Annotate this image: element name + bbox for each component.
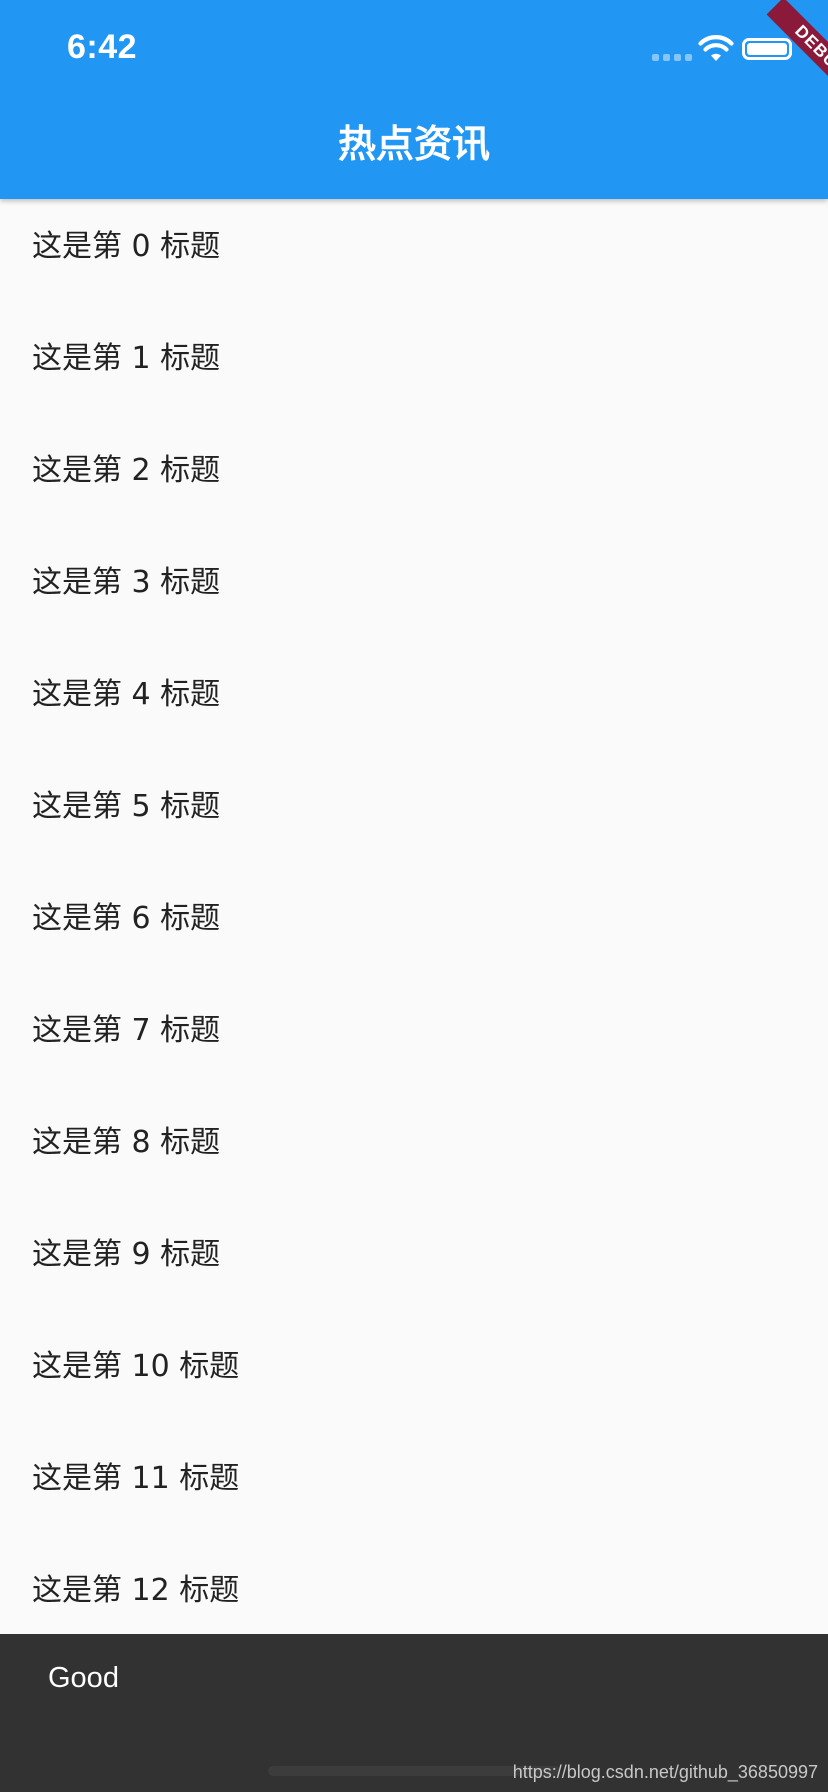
list-item[interactable]: 这是第 9 标题 bbox=[0, 1207, 828, 1319]
list-item[interactable]: 这是第 11 标题 bbox=[0, 1431, 828, 1543]
list-item[interactable]: 这是第 7 标题 bbox=[0, 983, 828, 1095]
list-item[interactable]: 这是第 10 标题 bbox=[0, 1319, 828, 1431]
list-item-title: 这是第 10 标题 bbox=[32, 1349, 240, 1384]
list-item[interactable]: 这是第 5 标题 bbox=[0, 759, 828, 871]
list-item-title: 这是第 1 标题 bbox=[32, 341, 221, 376]
list-item[interactable]: 这是第 3 标题 bbox=[0, 535, 828, 647]
list-item[interactable]: 这是第 1 标题 bbox=[0, 311, 828, 423]
app-bar: 6:42 热点资讯 DEBUG bbox=[0, 0, 828, 199]
list-item-title: 这是第 3 标题 bbox=[32, 565, 221, 600]
list-item-title: 这是第 9 标题 bbox=[32, 1237, 221, 1272]
list-item[interactable]: 这是第 2 标题 bbox=[0, 423, 828, 535]
page-title: 热点资讯 bbox=[337, 122, 490, 166]
list-item[interactable]: 这是第 4 标题 bbox=[0, 647, 828, 759]
list-item-title: 这是第 7 标题 bbox=[32, 1013, 221, 1048]
list-item[interactable]: 这是第 0 标题 bbox=[0, 199, 828, 311]
snackbar-message: Good bbox=[48, 1662, 119, 1694]
status-time: 6:42 bbox=[67, 28, 138, 66]
cellular-signal-icon bbox=[652, 54, 692, 61]
list-item-title: 这是第 6 标题 bbox=[32, 901, 221, 936]
news-list[interactable]: 这是第 0 标题 这是第 1 标题 这是第 2 标题 这是第 3 标题 这是第 … bbox=[0, 199, 828, 1634]
list-item-title: 这是第 4 标题 bbox=[32, 677, 221, 712]
list-item-title: 这是第 12 标题 bbox=[32, 1573, 240, 1608]
battery-icon bbox=[742, 38, 792, 60]
list-item-title: 这是第 0 标题 bbox=[32, 229, 221, 264]
wifi-icon bbox=[698, 35, 734, 61]
list-item[interactable]: 这是第 12 标题 bbox=[0, 1543, 828, 1634]
list-item[interactable]: 这是第 8 标题 bbox=[0, 1095, 828, 1207]
list-item[interactable]: 这是第 6 标题 bbox=[0, 871, 828, 983]
list-item-title: 这是第 2 标题 bbox=[32, 453, 221, 488]
list-item-title: 这是第 11 标题 bbox=[32, 1461, 240, 1496]
list-item-title: 这是第 8 标题 bbox=[32, 1125, 221, 1160]
watermark: https://blog.csdn.net/github_36850997 bbox=[512, 1762, 818, 1782]
list-item-title: 这是第 5 标题 bbox=[32, 789, 221, 824]
